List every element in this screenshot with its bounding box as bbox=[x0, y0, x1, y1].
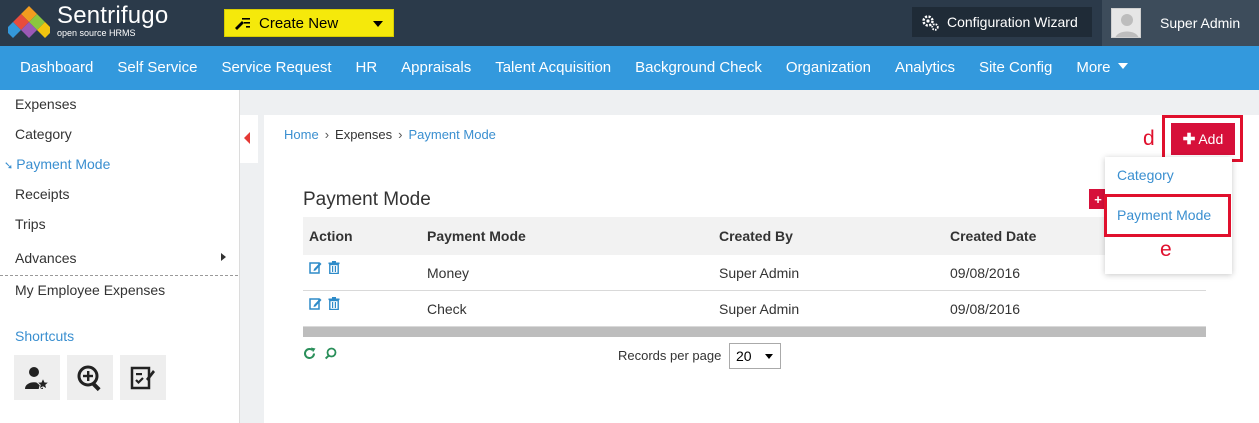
page-title: Payment Mode bbox=[303, 189, 431, 210]
nav-self-service[interactable]: Self Service bbox=[105, 46, 209, 90]
user-silhouette-icon bbox=[1115, 14, 1139, 37]
user-name: Super Admin bbox=[1160, 15, 1241, 31]
sidebar-item-category[interactable]: Category bbox=[15, 126, 72, 142]
add-button[interactable]: ✚ Add bbox=[1171, 123, 1235, 155]
delete-icon[interactable] bbox=[328, 297, 340, 310]
table-header: Action Payment Mode Created By Created D… bbox=[303, 217, 1206, 255]
breadcrumb-current: Payment Mode bbox=[408, 127, 496, 142]
nav-hr[interactable]: HR bbox=[344, 46, 390, 90]
shortcuts-heading: Shortcuts bbox=[15, 328, 75, 344]
shortcut-employee-star[interactable] bbox=[14, 355, 60, 400]
nav-service-request[interactable]: Service Request bbox=[209, 46, 343, 90]
table-row: Money Super Admin 09/08/2016 bbox=[303, 255, 1206, 291]
nav-appraisals[interactable]: Appraisals bbox=[389, 46, 483, 90]
top-bar: Sentrifugo open source HRMS Create New C… bbox=[0, 0, 1259, 46]
shortcut-edit-checklist[interactable] bbox=[120, 355, 166, 400]
caret-down-icon bbox=[1117, 63, 1128, 69]
create-new-icon bbox=[235, 18, 250, 30]
zoom-in-icon bbox=[77, 365, 101, 391]
cell-payment-mode: Check bbox=[427, 300, 467, 317]
breadcrumb-separator: › bbox=[398, 127, 403, 142]
cell-created-by: Super Admin bbox=[719, 264, 800, 281]
records-per-page-select[interactable]: 20 bbox=[729, 343, 781, 369]
caret-left-icon bbox=[244, 132, 250, 144]
add-button-label: Add bbox=[1198, 131, 1224, 147]
caret-down-icon bbox=[765, 354, 773, 359]
brand-name: Sentrifugo bbox=[57, 2, 169, 29]
nav-site-config[interactable]: Site Config bbox=[967, 46, 1064, 90]
cell-created-by: Super Admin bbox=[719, 300, 800, 317]
edit-checklist-icon bbox=[130, 366, 155, 389]
horizontal-scrollbar[interactable] bbox=[303, 327, 1206, 337]
create-new-button[interactable]: Create New bbox=[224, 9, 394, 37]
annotation-label-e: e bbox=[1160, 238, 1172, 261]
column-header-payment-mode[interactable]: Payment Mode bbox=[421, 228, 713, 244]
grid-tools bbox=[303, 347, 337, 360]
sidebar-collapse-toggle[interactable] bbox=[240, 115, 258, 163]
table-row: Check Super Admin 09/08/2016 bbox=[303, 291, 1206, 327]
cell-created-date: 09/08/2016 bbox=[950, 300, 1021, 317]
row-actions bbox=[303, 261, 421, 279]
caret-right-icon bbox=[221, 253, 226, 261]
highlight-box-payment-mode bbox=[1104, 194, 1231, 237]
sidebar-item-trips[interactable]: Trips bbox=[15, 216, 46, 232]
nav-dashboard[interactable]: Dashboard bbox=[8, 46, 105, 90]
user-star-icon bbox=[25, 366, 50, 390]
nav-talent-acquisition[interactable]: Talent Acquisition bbox=[483, 46, 623, 90]
user-menu[interactable]: Super Admin bbox=[1102, 0, 1259, 46]
column-header-action: Action bbox=[309, 228, 353, 244]
edit-icon[interactable] bbox=[309, 297, 322, 310]
gears-icon bbox=[922, 15, 939, 31]
refresh-icon[interactable] bbox=[303, 347, 316, 360]
configuration-wizard-label: Configuration Wizard bbox=[947, 14, 1078, 30]
avatar bbox=[1111, 8, 1141, 38]
arrow-down-right-icon: ➘ bbox=[4, 160, 14, 172]
nav-organization[interactable]: Organization bbox=[774, 46, 883, 90]
chevron-down-icon bbox=[373, 21, 383, 27]
nav-more[interactable]: More bbox=[1064, 46, 1139, 90]
sidebar-item-receipts[interactable]: Receipts bbox=[15, 186, 69, 202]
breadcrumb-separator: › bbox=[324, 127, 330, 142]
divider bbox=[0, 275, 238, 276]
records-per-page-value: 20 bbox=[736, 348, 752, 364]
column-header-created-by[interactable]: Created By bbox=[713, 228, 944, 244]
configuration-wizard-button[interactable]: Configuration Wizard bbox=[912, 7, 1092, 37]
search-icon[interactable] bbox=[324, 347, 337, 360]
brand-subtitle: open source HRMS bbox=[57, 28, 136, 38]
nav-analytics[interactable]: Analytics bbox=[883, 46, 967, 90]
nav-more-label: More bbox=[1076, 59, 1111, 76]
plus-icon: ✚ bbox=[1182, 131, 1196, 148]
breadcrumb-expenses: Expenses bbox=[335, 127, 393, 142]
sidebar-item-payment-mode[interactable]: ➘ Payment Mode bbox=[4, 156, 110, 172]
annotation-label-d: d bbox=[1143, 127, 1155, 150]
cell-payment-mode: Money bbox=[427, 264, 470, 281]
nav-background-check[interactable]: Background Check bbox=[623, 46, 774, 90]
breadcrumb: Home › Expenses › Payment Mode bbox=[284, 127, 496, 142]
main-nav: Dashboard Self Service Service Request H… bbox=[0, 46, 1259, 90]
sidebar-item-label: Payment Mode bbox=[16, 156, 111, 172]
breadcrumb-home[interactable]: Home bbox=[284, 127, 319, 142]
create-new-label: Create New bbox=[259, 14, 339, 32]
sidebar-item-my-employee-expenses[interactable]: My Employee Expenses bbox=[15, 282, 165, 298]
brand[interactable]: Sentrifugo open source HRMS bbox=[57, 2, 169, 39]
sentrifugo-logo-icon bbox=[8, 6, 50, 38]
payment-mode-table: Action Payment Mode Created By Created D… bbox=[303, 217, 1206, 327]
sidebar-item-advances[interactable]: Advances bbox=[15, 250, 76, 266]
menu-item-category[interactable]: Category bbox=[1117, 167, 1174, 183]
row-actions bbox=[303, 297, 421, 315]
shortcut-search-add[interactable] bbox=[67, 355, 113, 400]
sidebar-item-expenses[interactable]: Expenses bbox=[15, 96, 76, 112]
sidebar: Expenses Category ➘ Payment Mode Receipts… bbox=[0, 90, 240, 423]
edit-icon[interactable] bbox=[309, 261, 322, 274]
records-per-page-label: Records per page bbox=[618, 348, 722, 363]
delete-icon[interactable] bbox=[328, 261, 340, 274]
